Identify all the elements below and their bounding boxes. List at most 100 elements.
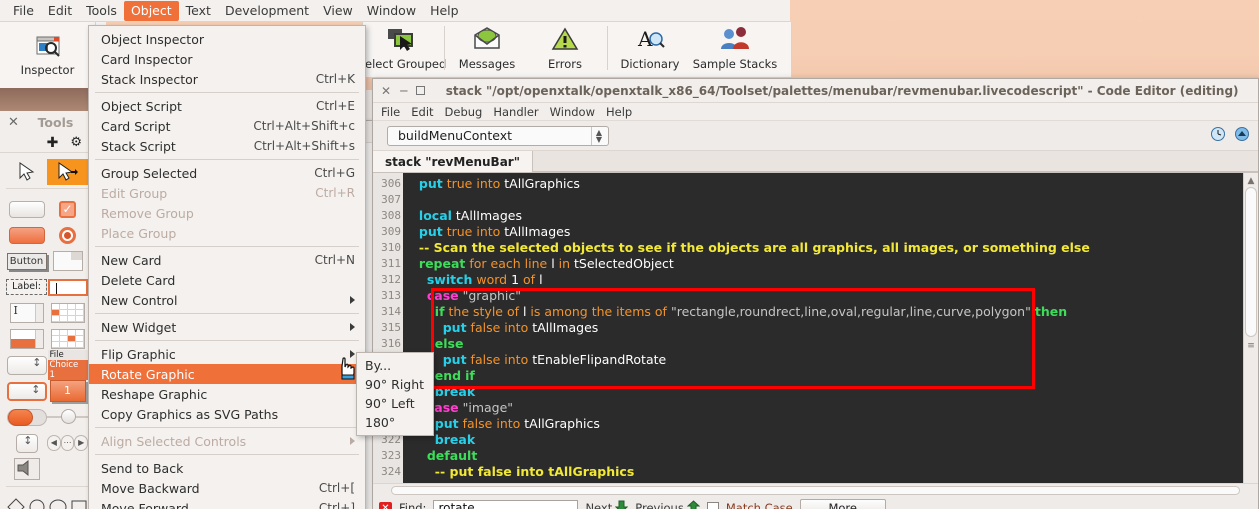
submenu-item-by[interactable]: By... bbox=[357, 356, 433, 375]
menu-item-flip-graphic[interactable]: Flip Graphic bbox=[89, 344, 365, 364]
menu-item-rotate-graphic[interactable]: Rotate Graphic bbox=[89, 364, 365, 384]
toolbar-item-select-grouped[interactable]: Select Grouped bbox=[358, 26, 446, 71]
menu-item-group-selected[interactable]: Group Selected Ctrl+G bbox=[89, 163, 365, 183]
code-vertical-scrollbar[interactable]: ▲ ≡ bbox=[1243, 173, 1258, 483]
close-icon[interactable]: ✕ bbox=[381, 85, 391, 97]
menu-item-new-card[interactable]: New Card Ctrl+N bbox=[89, 250, 365, 270]
find-previous-button[interactable]: Previous bbox=[635, 500, 701, 509]
menubar-item-view[interactable]: View bbox=[316, 1, 360, 21]
menu-item-copy-graphics-as-svg-paths[interactable]: Copy Graphics as SVG Paths bbox=[89, 404, 365, 424]
tool-player[interactable] bbox=[6, 456, 47, 482]
menu-item-new-widget[interactable]: New Widget bbox=[89, 317, 365, 337]
close-find-icon[interactable]: ✕ bbox=[379, 501, 392, 509]
tool-entry-field[interactable] bbox=[47, 274, 88, 300]
code-editor-titlebar[interactable]: ✕ ─ stack "/opt/openxtalk/openxtalk_x86_… bbox=[373, 79, 1258, 103]
code-line[interactable]: put false into tAllGraphics bbox=[403, 416, 1243, 432]
code-line[interactable]: else bbox=[403, 336, 1243, 352]
menu-item-delete-card[interactable]: Delete Card bbox=[89, 270, 365, 290]
menu-item-send-to-back[interactable]: Send to Back bbox=[89, 458, 365, 478]
menu-item-move-forward[interactable]: Move Forward Ctrl+] bbox=[89, 498, 365, 509]
tool-pane[interactable] bbox=[47, 248, 88, 274]
tool-checkbox[interactable]: ✓ bbox=[47, 196, 88, 222]
editor-menu-handler[interactable]: Handler bbox=[493, 105, 538, 119]
menubar-item-tools[interactable]: Tools bbox=[79, 1, 124, 21]
chevron-up-icon[interactable] bbox=[1234, 126, 1250, 145]
code-line[interactable]: -- put false into tAllGraphics bbox=[403, 464, 1243, 480]
find-next-button[interactable]: Next bbox=[585, 500, 629, 509]
editor-menu-debug[interactable]: Debug bbox=[445, 105, 483, 119]
code-line[interactable]: case "graphic" bbox=[403, 288, 1243, 304]
code-area[interactable]: 3063073083093103113123133143153163173183… bbox=[373, 173, 1258, 483]
code-line[interactable]: put true into tAllGraphics bbox=[403, 176, 1243, 192]
menubar-item-window[interactable]: Window bbox=[360, 1, 423, 21]
tool-radio-button[interactable] bbox=[47, 222, 88, 248]
menubar-item-object[interactable]: Object bbox=[123, 0, 179, 21]
maximize-icon[interactable] bbox=[416, 86, 426, 95]
tool-segmented-control[interactable]: ◀ ⋯ ▶ bbox=[47, 430, 89, 456]
minimize-icon[interactable]: ─ bbox=[400, 85, 407, 97]
tool-default-button[interactable] bbox=[6, 222, 47, 248]
tool-data-grid[interactable] bbox=[47, 326, 88, 352]
handler-select[interactable]: buildMenuContext ▲ ▼ bbox=[387, 125, 609, 146]
tool-rounded-button[interactable] bbox=[6, 196, 47, 222]
code-horizontal-scrollbar[interactable] bbox=[373, 483, 1258, 497]
submenu-item-180[interactable]: 180° bbox=[357, 413, 433, 432]
code-lines[interactable]: put true into tAllGraphics local tAllIma… bbox=[403, 173, 1243, 483]
toolbar-item-dictionary[interactable]: A Dictionary bbox=[611, 26, 689, 71]
tool-oval-shape[interactable] bbox=[48, 498, 68, 509]
tool-option-menu[interactable] bbox=[6, 352, 47, 378]
submenu-item-90-left[interactable]: 90° Left bbox=[357, 394, 433, 413]
tool-file-choice[interactable]: File Choice 1 bbox=[47, 350, 88, 380]
menu-item-stack-script[interactable]: Stack Script Ctrl+Alt+Shift+s bbox=[89, 136, 365, 156]
gear-icon[interactable]: ⚙ bbox=[70, 135, 82, 150]
tool-label-field[interactable]: Label: bbox=[6, 274, 47, 300]
menubar-item-development[interactable]: Development bbox=[218, 1, 316, 21]
menu-item-stack-inspector[interactable]: Stack Inspector Ctrl+K bbox=[89, 69, 365, 89]
tool-rectangle-shape[interactable] bbox=[70, 498, 88, 509]
code-line[interactable]: end if bbox=[403, 368, 1243, 384]
code-line[interactable]: break bbox=[403, 384, 1243, 400]
editor-menu-edit[interactable]: Edit bbox=[411, 105, 433, 119]
menu-item-new-control[interactable]: New Control bbox=[89, 290, 365, 310]
menu-item-reshape-graphic[interactable]: Reshape Graphic bbox=[89, 384, 365, 404]
submenu-item-90-right[interactable]: 90° Right bbox=[357, 375, 433, 394]
tool-circle-shape[interactable] bbox=[28, 498, 46, 509]
code-line[interactable]: repeat for each line l in tSelectedObjec… bbox=[403, 256, 1243, 272]
menubar-item-help[interactable]: Help bbox=[423, 1, 466, 21]
rotate-graphic-submenu[interactable]: By... 90° Right 90° Left 180° bbox=[356, 352, 434, 436]
tool-browse-pointer[interactable] bbox=[6, 159, 47, 185]
menu-item-object-inspector[interactable]: Object Inspector bbox=[89, 29, 365, 49]
code-line[interactable]: case "image" bbox=[403, 400, 1243, 416]
editor-menu-window[interactable]: Window bbox=[550, 105, 595, 119]
hscroll-thumb[interactable] bbox=[390, 486, 1241, 495]
menu-item-card-script[interactable]: Card Script Ctrl+Alt+Shift+c bbox=[89, 116, 365, 136]
scroll-handle-grip[interactable]: ≡ bbox=[1244, 338, 1258, 353]
tool-stepper[interactable] bbox=[6, 430, 47, 456]
more-button[interactable]: More bbox=[799, 499, 886, 509]
code-line[interactable]: put false into tAllImages bbox=[403, 320, 1243, 336]
find-input[interactable]: rotate bbox=[433, 499, 579, 509]
tool-push-button[interactable]: Button bbox=[6, 248, 47, 274]
code-line[interactable]: switch word 1 of l bbox=[403, 272, 1243, 288]
tool-edit-pointer[interactable] bbox=[47, 159, 88, 185]
toolbar-item-messages[interactable]: Messages bbox=[448, 26, 526, 71]
scroll-thumb[interactable] bbox=[1245, 187, 1257, 337]
code-line[interactable]: break bbox=[403, 432, 1243, 448]
tool-list-field[interactable] bbox=[6, 326, 47, 352]
menubar-item-edit[interactable]: Edit bbox=[41, 1, 79, 21]
tool-table-field[interactable] bbox=[47, 300, 88, 326]
tool-scrolling-field[interactable]: I bbox=[6, 300, 47, 326]
toolbar-item-errors[interactable]: Errors bbox=[526, 26, 604, 71]
tool-diamond-shape[interactable] bbox=[6, 497, 26, 509]
menu-item-move-backward[interactable]: Move Backward Ctrl+[ bbox=[89, 478, 365, 498]
menubar-item-text[interactable]: Text bbox=[179, 1, 218, 21]
editor-menu-file[interactable]: File bbox=[381, 105, 400, 119]
stepper-icon[interactable]: ▲ ▼ bbox=[591, 126, 606, 145]
object-menu-dropdown[interactable]: Object Inspector Card Inspector Stack Insp… bbox=[88, 25, 366, 509]
menu-item-object-script[interactable]: Object Script Ctrl+E bbox=[89, 96, 365, 116]
toolbar-item-sample-stacks[interactable]: Sample Stacks bbox=[689, 26, 781, 71]
menu-item-card-inspector[interactable]: Card Inspector bbox=[89, 49, 365, 69]
editor-menu-help[interactable]: Help bbox=[606, 105, 632, 119]
tool-slider[interactable] bbox=[47, 404, 88, 430]
code-line[interactable]: put false into tEnableFlipandRotate bbox=[403, 352, 1243, 368]
